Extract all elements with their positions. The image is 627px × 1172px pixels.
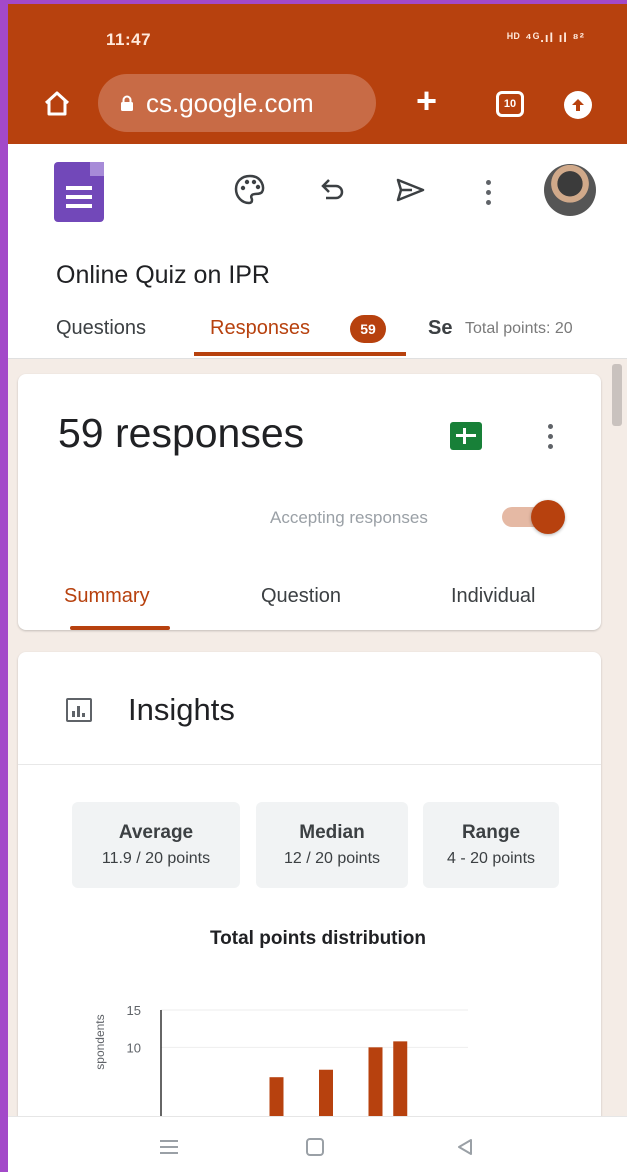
undo-icon[interactable] [314,172,350,208]
back-nav-icon[interactable] [454,1137,476,1162]
new-tab-icon[interactable]: + [416,83,437,119]
browser-toolbar: 11:47 ᴴᴰ ⁴ᴳ.ıl ıl ⁸² cs.google.com + 10 [8,4,627,144]
subtab-summary[interactable]: Summary [64,585,150,608]
subtab-individual[interactable]: Individual [451,585,536,608]
form-title: Online Quiz on IPR [56,261,270,289]
insights-card: Insights Average 11.9 / 20 points Median… [18,652,601,1132]
subtab-question[interactable]: Question [261,585,341,608]
forms-header: Online Quiz on IPR Questions Responses 5… [8,144,627,359]
lock-icon [120,95,134,111]
total-points: Total points: 20 [465,320,573,338]
sheets-icon[interactable] [450,422,482,450]
home-icon[interactable] [42,88,72,118]
toggle-knob[interactable] [531,500,565,534]
subtab-active-indicator [70,626,170,630]
avatar[interactable] [544,164,596,216]
chart-y-tick-label: 15 [127,1003,141,1018]
tab-responses[interactable]: Responses [210,317,310,340]
responses-card: 59 responses Accepting responses Summary… [18,374,601,630]
chart-y-tick-label: 10 [127,1040,141,1055]
menu-icon[interactable] [158,1137,180,1162]
tab-active-indicator [194,352,406,356]
accepting-responses-label: Accepting responses [270,508,428,527]
tab-switcher-button[interactable]: 10 [496,91,524,117]
url-text: cs.google.com [146,87,314,118]
phone-screen: 11:47 ᴴᴰ ⁴ᴳ.ıl ıl ⁸² cs.google.com + 10 [0,0,627,1172]
responses-count-badge: 59 [350,315,386,343]
status-time: 11:47 [106,30,152,49]
android-nav-bar [8,1116,627,1172]
forms-logo[interactable] [54,162,104,222]
more-options-icon[interactable] [486,180,492,206]
palette-icon[interactable] [232,172,268,208]
responses-more-icon[interactable] [548,424,554,450]
status-icons: ᴴᴰ ⁴ᴳ.ıl ıl ⁸² [507,30,585,45]
send-icon[interactable] [392,172,428,208]
points-distribution-chart: 15 10 spondents [93,1003,468,1132]
tab-settings[interactable]: Se [428,317,452,340]
chart-y-axis-label: spondents [93,1014,107,1069]
home-nav-icon[interactable] [304,1137,326,1162]
address-bar[interactable]: cs.google.com [98,74,376,132]
response-count: 59 responses [58,410,305,456]
update-icon[interactable] [564,91,592,119]
scrollbar[interactable] [612,364,622,426]
tab-questions[interactable]: Questions [56,317,146,340]
